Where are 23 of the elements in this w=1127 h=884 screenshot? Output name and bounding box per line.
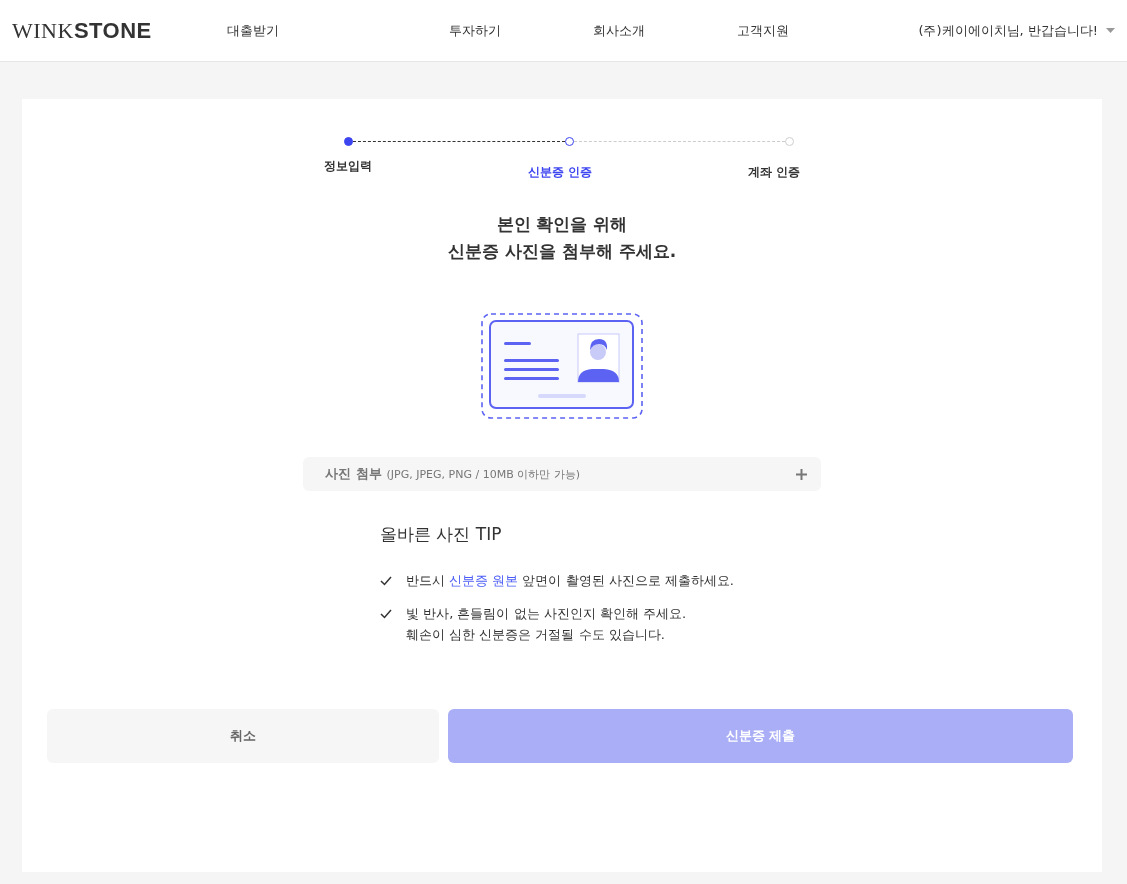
caret-icon	[1106, 28, 1115, 33]
tips-title: 올바른 사진 TIP	[380, 523, 503, 546]
check-icon	[380, 576, 392, 586]
logo[interactable]: WINKSTONE	[12, 17, 227, 44]
cancel-button[interactable]: 취소	[47, 709, 439, 763]
attach-label: 사진 첨부	[325, 466, 382, 481]
nav-link[interactable]: 투자하기	[449, 21, 593, 40]
step-label: 신분증 인증	[527, 164, 592, 181]
attach-hint: (JPG, JPEG, PNG / 10MB 이하만 가능)	[386, 468, 580, 481]
tip-text: 반드시 신분증 원본 앞면이 촬영된 사진으로 제출하세요.	[406, 572, 734, 590]
step-label: 정보입력	[324, 158, 372, 175]
nav-link[interactable]: 회사소개	[593, 21, 737, 40]
tip-text: 훼손이 심한 신분증은 거절될 수도 있습니다.	[406, 626, 666, 644]
nav-link[interactable]: 대출받기	[227, 21, 449, 40]
nav-link[interactable]: 고객지원	[737, 21, 847, 40]
step-label: 계좌 인증	[747, 164, 800, 181]
check-icon	[380, 609, 392, 619]
plus-icon	[796, 468, 807, 480]
user-menu[interactable]: (주)케이에이치님, 반갑습니다!	[918, 21, 1115, 40]
page-title: 본인 확인을 위해	[495, 213, 629, 236]
page-title: 신분증 사진을 첨부해 주세요.	[447, 240, 677, 263]
tip-text: 빛 반사, 흔들림이 없는 사진인지 확인해 주세요.	[406, 605, 687, 623]
photo-attach-field[interactable]: 사진 첨부 (JPG, JPEG, PNG / 10MB 이하만 가능)	[303, 457, 821, 491]
